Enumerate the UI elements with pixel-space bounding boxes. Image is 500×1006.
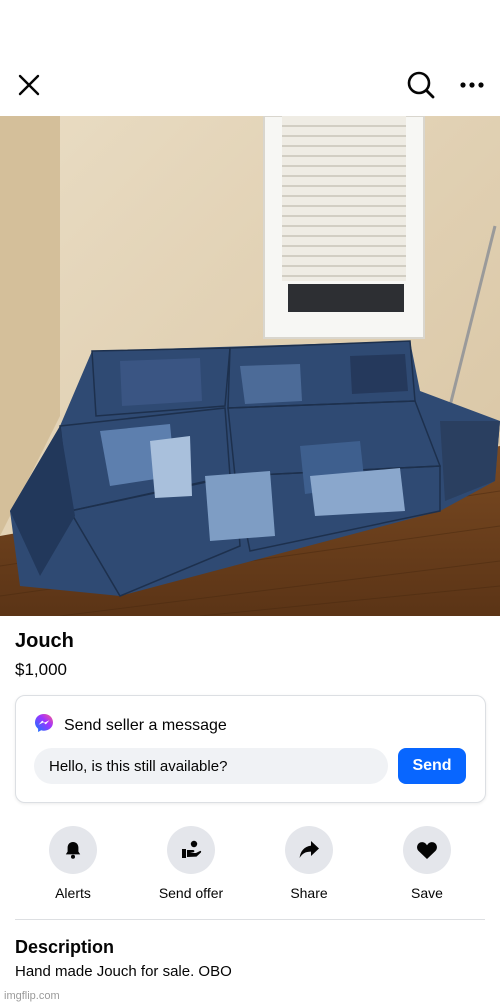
alerts-button[interactable]: Alerts: [18, 826, 128, 901]
share-label: Share: [290, 885, 328, 901]
offer-icon[interactable]: [167, 826, 215, 874]
save-label: Save: [411, 885, 443, 901]
description-text: Hand made Jouch for sale. OBO: [15, 963, 232, 980]
listing-photo[interactable]: [0, 116, 500, 616]
more-horizontal-icon[interactable]: [454, 68, 490, 102]
denim-couch-image: [0, 116, 500, 616]
send-button[interactable]: Send: [398, 748, 466, 784]
description-heading: Description: [15, 937, 115, 957]
action-bar: Alerts Send offer Share Save: [0, 826, 500, 906]
save-button[interactable]: Save: [372, 826, 482, 901]
message-input[interactable]: Hello, is this still available?: [34, 748, 388, 784]
message-seller-card: Send seller a message Hello, is this sti…: [15, 695, 486, 803]
listing-title: Jouch: [15, 630, 74, 652]
listing-price: $1,000: [15, 660, 67, 679]
top-bar: [0, 0, 500, 116]
search-icon[interactable]: [402, 66, 440, 104]
alerts-label: Alerts: [55, 885, 91, 901]
section-divider: [15, 919, 485, 920]
heart-icon[interactable]: [403, 826, 451, 874]
close-icon[interactable]: [12, 68, 46, 102]
share-button[interactable]: Share: [254, 826, 364, 901]
share-arrow-icon[interactable]: [285, 826, 333, 874]
messenger-icon: [34, 713, 54, 738]
message-card-header: Send seller a message: [34, 713, 227, 738]
send-offer-label: Send offer: [158, 885, 224, 901]
watermark: imgflip.com: [4, 990, 60, 1002]
send-offer-button[interactable]: Send offer: [136, 826, 246, 901]
bell-icon[interactable]: [49, 826, 97, 874]
message-card-heading: Send seller a message: [64, 716, 227, 734]
